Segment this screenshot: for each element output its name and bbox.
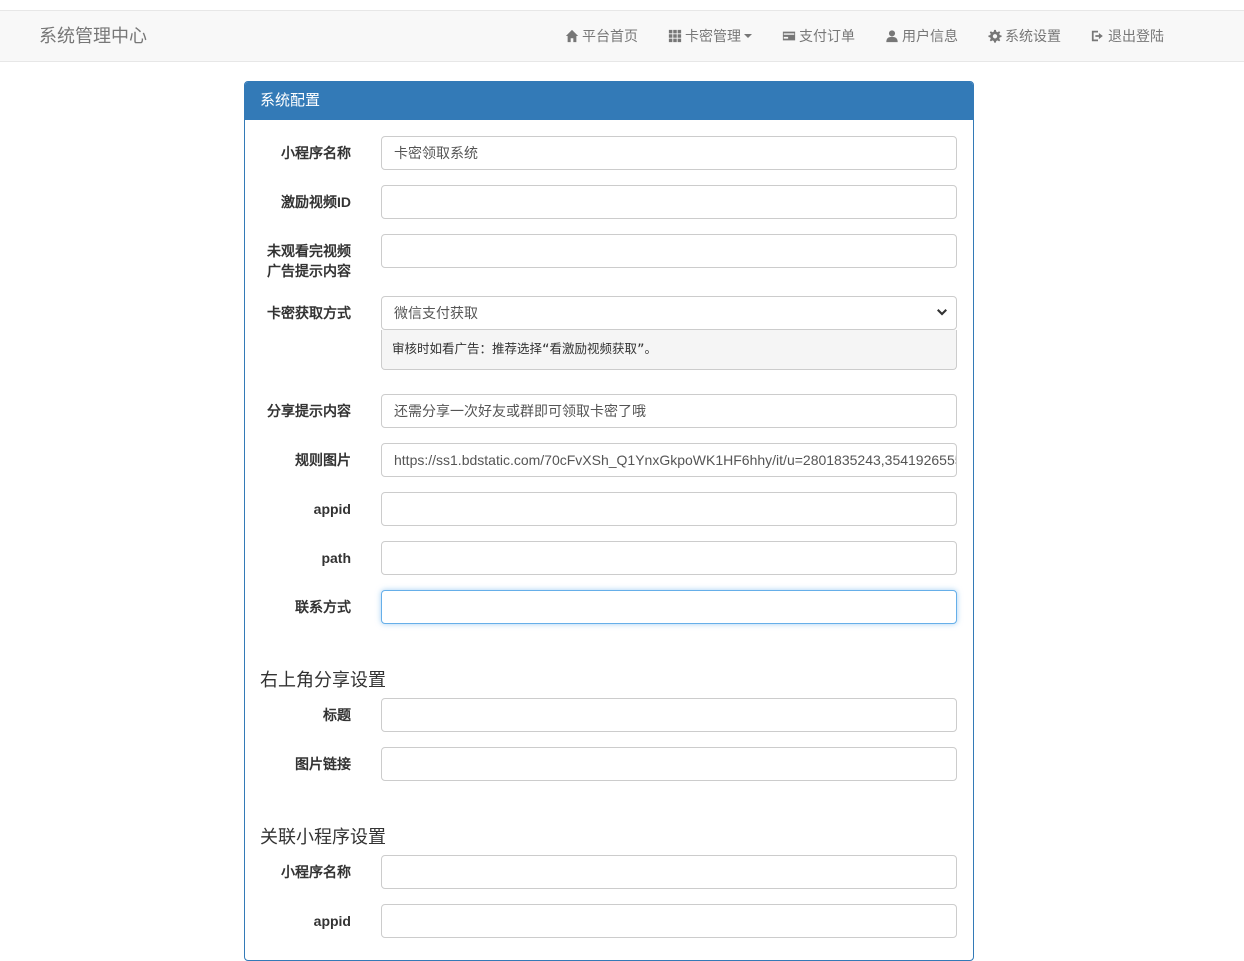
field-label: appid — [313, 913, 351, 929]
acquire-method-select[interactable]: 微信支付获取 — [381, 296, 957, 330]
select-value: 微信支付获取 — [394, 305, 478, 321]
nav-item-label: 退出登陆 — [1108, 28, 1164, 44]
nav-item-system-settings[interactable]: 系统设置 — [973, 11, 1076, 61]
nav-item-label: 系统设置 — [1005, 28, 1061, 44]
share-title-input[interactable] — [381, 698, 957, 732]
appid-input[interactable] — [381, 492, 957, 526]
field-label-line1: 未观看完视频 — [267, 243, 351, 259]
nav-item-label: 用户信息 — [902, 28, 958, 44]
share-tip-input[interactable]: 还需分享一次好友或群即可领取卡密了哦 — [381, 394, 957, 428]
logout-icon — [1091, 30, 1103, 42]
config-panel: 系统配置 小程序名称 卡密领取系统 激励视频ID 未观看完视频 广告提示内容 卡… — [244, 81, 974, 961]
field-label: 激励视频ID — [281, 194, 351, 210]
field-label: 图片链接 — [295, 756, 351, 772]
brand-title[interactable]: 系统管理中心 — [39, 11, 147, 61]
top-spacer — [0, 0, 1244, 10]
nav-item-home[interactable]: 平台首页 — [550, 11, 653, 61]
panel-title: 系统配置 — [245, 82, 973, 120]
nav-item-logout[interactable]: 退出登陆 — [1076, 11, 1179, 61]
share-section-title: 右上角分享设置 — [260, 670, 386, 690]
field-label: path — [321, 550, 351, 566]
grid-icon — [668, 29, 682, 43]
acquire-method-help: 审核时如看广告：推荐选择“看激励视频获取”。 — [381, 330, 957, 370]
field-label: 卡密获取方式 — [267, 305, 351, 321]
credit-card-icon — [782, 31, 796, 41]
user-icon — [886, 30, 898, 43]
field-label-line2: 广告提示内容 — [267, 263, 351, 279]
share-image-link-input[interactable] — [381, 747, 957, 781]
field-label: 规则图片 — [295, 452, 351, 468]
nav-menu: 平台首页 卡密管理 支付订单 用户信息 系统设置 退出登陆 — [550, 11, 1179, 61]
field-label: 标题 — [323, 707, 351, 723]
unwatched-tip-input[interactable] — [381, 234, 957, 268]
app-name-input[interactable]: 卡密领取系统 — [381, 136, 957, 170]
nav-item-payment-orders[interactable]: 支付订单 — [767, 11, 870, 61]
navbar: 系统管理中心 平台首页 卡密管理 支付订单 用户信息 系统设置 退出登陆 — [0, 10, 1244, 62]
nav-item-label: 支付订单 — [799, 28, 855, 44]
field-label: 小程序名称 — [281, 145, 351, 161]
contact-input[interactable] — [381, 590, 957, 624]
home-icon — [565, 29, 579, 43]
related-appid-input[interactable] — [381, 904, 957, 938]
related-app-name-input[interactable] — [381, 855, 957, 889]
field-label: appid — [313, 501, 351, 517]
gear-icon — [988, 29, 1002, 43]
field-label: 未观看完视频 广告提示内容 — [245, 241, 351, 281]
path-input[interactable] — [381, 541, 957, 575]
chevron-down-icon — [937, 309, 947, 316]
nav-item-label: 平台首页 — [582, 28, 638, 44]
related-section-title: 关联小程序设置 — [260, 827, 386, 847]
video-id-input[interactable] — [381, 185, 957, 219]
nav-item-label: 卡密管理 — [685, 28, 741, 44]
nav-item-user-info[interactable]: 用户信息 — [870, 11, 973, 61]
rule-image-input[interactable]: https://ss1.bdstatic.com/70cFvXSh_Q1YnxG… — [381, 443, 957, 477]
nav-item-card-management[interactable]: 卡密管理 — [653, 11, 767, 61]
field-label: 联系方式 — [295, 599, 351, 615]
field-label: 小程序名称 — [281, 864, 351, 880]
caret-down-icon — [744, 34, 752, 38]
field-label: 分享提示内容 — [267, 403, 351, 419]
